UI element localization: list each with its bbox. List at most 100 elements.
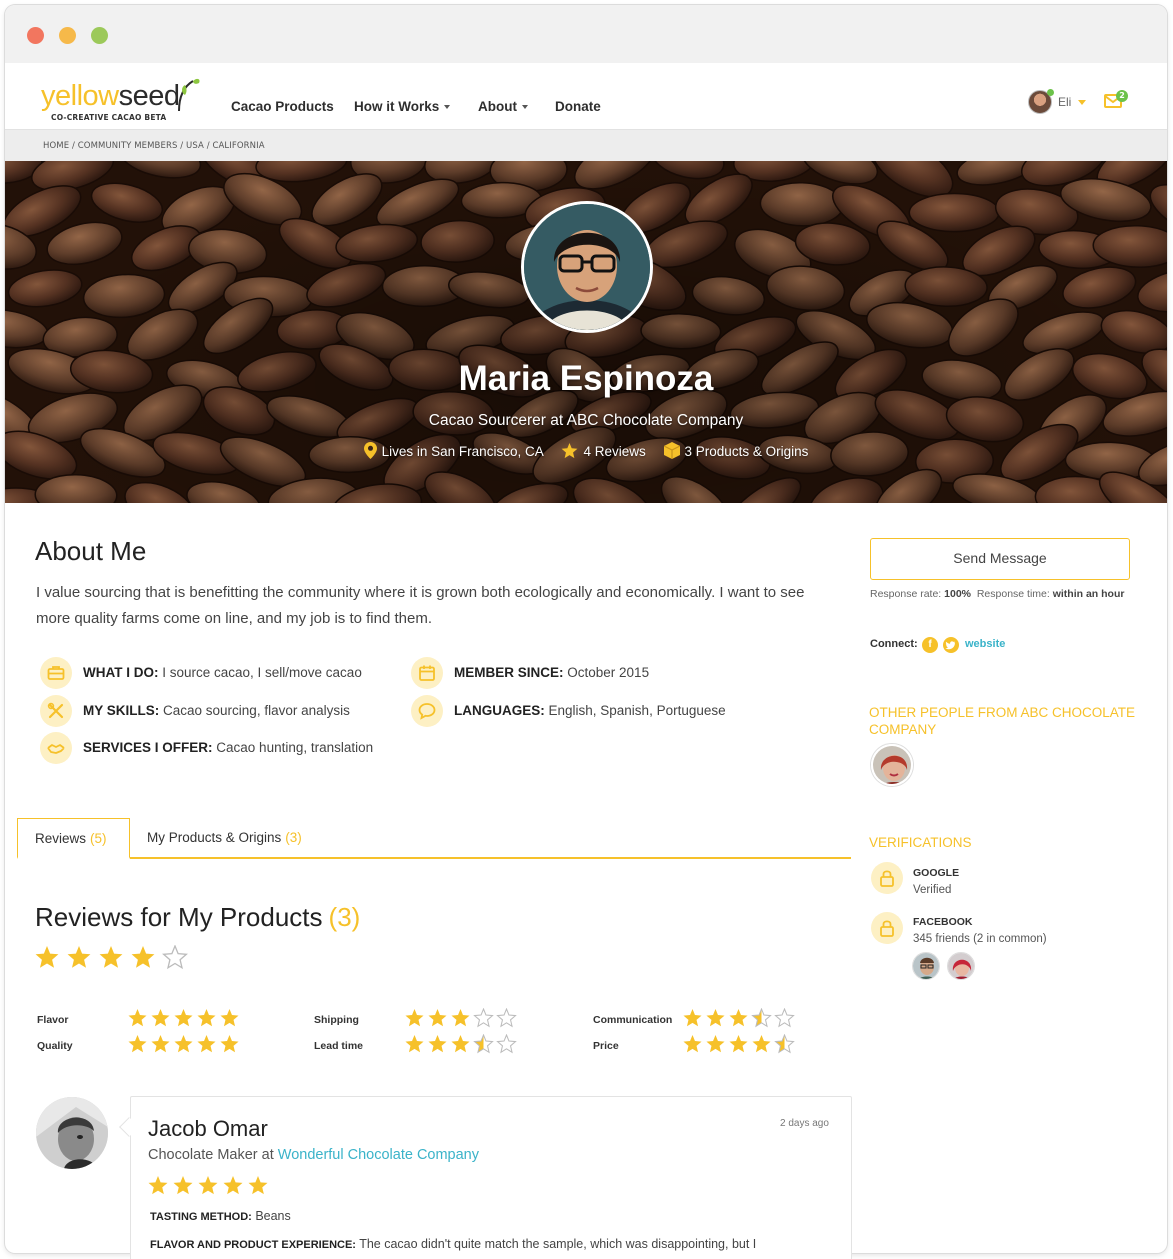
- reviews-item[interactable]: 4 Reviews: [561, 442, 646, 459]
- profile-photo: [521, 201, 653, 333]
- tasting-method: TASTING METHOD: Beans: [150, 1209, 291, 1223]
- rating-label-shipping: Shipping: [314, 1014, 359, 1026]
- star-empty-icon: [473, 1008, 494, 1028]
- star-filled-icon: [451, 1009, 470, 1027]
- verification-title: GOOGLE: [913, 867, 960, 879]
- tools-icon: [40, 695, 72, 727]
- logo-sprout-icon: [178, 78, 200, 112]
- site-logo[interactable]: yellowseed CO-CREATIVE CACAO BETA: [41, 73, 201, 123]
- profile-name: Maria Espinoza: [458, 359, 714, 398]
- star-filled-icon: [151, 1035, 170, 1053]
- logo-text-yellow: yellow: [41, 80, 119, 112]
- send-message-button[interactable]: Send Message: [870, 538, 1130, 580]
- star-filled-icon: [428, 1035, 447, 1053]
- star-filled-icon: [729, 1009, 748, 1027]
- tabs-underline: [17, 857, 851, 859]
- maximize-window-button[interactable]: [91, 27, 108, 44]
- star-filled-icon: [174, 1035, 193, 1053]
- mutual-friend-avatar[interactable]: [947, 952, 975, 980]
- star-empty-icon: [161, 945, 189, 970]
- reviewer-role: Chocolate Maker at Wonderful Chocolate C…: [148, 1147, 479, 1163]
- verification-status: Verified: [913, 884, 952, 896]
- box-icon: [663, 442, 680, 459]
- fact-value: I source cacao, I sell/move cacao: [158, 665, 362, 680]
- star-half-icon: [473, 1034, 494, 1054]
- nav-how-it-works[interactable]: How it Works: [354, 99, 451, 114]
- map-pin-icon: [363, 442, 377, 459]
- fact-label: LANGUAGES:: [454, 703, 545, 718]
- rating-label-quality: Quality: [37, 1040, 73, 1052]
- reviews-heading: Reviews for My Products (3): [35, 902, 361, 932]
- rating-stars-lead-time: [405, 1034, 517, 1054]
- star-filled-icon: [197, 1035, 216, 1053]
- star-filled-icon: [405, 1009, 424, 1027]
- star-filled-icon: [706, 1035, 725, 1053]
- star-filled-icon: [35, 946, 59, 968]
- website-link[interactable]: website: [965, 638, 1005, 650]
- facebook-icon[interactable]: f: [922, 637, 938, 653]
- products-item[interactable]: 3 Products & Origins: [663, 442, 809, 459]
- location-text: Lives in San Francisco, CA: [381, 444, 544, 459]
- fact-label: MY SKILLS:: [83, 703, 160, 718]
- profile-portrait: [524, 204, 650, 330]
- star-filled-icon: [99, 946, 123, 968]
- star-filled-icon: [683, 1009, 702, 1027]
- reviewer-name[interactable]: Jacob Omar: [148, 1116, 268, 1142]
- star-filled-icon: [729, 1035, 748, 1053]
- verifications-heading: VERIFICATIONS: [869, 835, 972, 850]
- speech-bubble-icon: [411, 695, 443, 727]
- star-filled-icon: [151, 1009, 170, 1027]
- rating-label-flavor: Flavor: [37, 1014, 69, 1026]
- rating-stars-quality: [128, 1035, 239, 1053]
- star-filled-icon: [67, 946, 91, 968]
- lock-icon: [871, 862, 903, 894]
- star-filled-icon: [128, 1035, 147, 1053]
- review-timestamp: 2 days ago: [780, 1118, 829, 1129]
- flavor-experience: FLAVOR AND PRODUCT EXPERIENCE: The cacao…: [150, 1237, 757, 1251]
- about-text: I value sourcing that is benefitting the…: [36, 584, 805, 627]
- coworker-avatar[interactable]: [871, 744, 913, 786]
- nav-about[interactable]: About: [478, 99, 528, 114]
- twitter-icon[interactable]: [943, 637, 959, 653]
- mail-count-badge: 2: [1116, 90, 1128, 102]
- products-count-text: 3 Products & Origins: [684, 444, 809, 459]
- star-filled-icon: [220, 1035, 239, 1053]
- breadcrumb: HOME / COMMUNITY MEMBERS / USA / CALIFOR…: [5, 129, 1167, 161]
- profile-hero: Maria Espinoza Cacao Sourcerer at ABC Ch…: [5, 161, 1167, 503]
- briefcase-icon: [40, 657, 72, 689]
- fact-label: SERVICES I OFFER:: [83, 740, 213, 755]
- reviewer-avatar[interactable]: [36, 1097, 108, 1169]
- verification-title: FACEBOOK: [913, 916, 973, 928]
- nav-donate[interactable]: Donate: [555, 99, 601, 114]
- star-filled-icon: [752, 1035, 771, 1053]
- reviewer-company-link[interactable]: Wonderful Chocolate Company: [278, 1147, 479, 1163]
- mutual-friend-avatar[interactable]: [912, 952, 940, 980]
- calendar-icon: [411, 657, 443, 689]
- fact-value: October 2015: [563, 665, 650, 680]
- lock-icon: [871, 912, 903, 944]
- rating-stars-price: [683, 1034, 795, 1054]
- user-menu-chevron-icon[interactable]: [1078, 100, 1086, 105]
- close-window-button[interactable]: [27, 27, 44, 44]
- star-filled-icon: [220, 1009, 239, 1027]
- minimize-window-button[interactable]: [59, 27, 76, 44]
- star-filled-icon: [223, 1176, 243, 1195]
- logo-tagline: CO-CREATIVE CACAO BETA: [51, 113, 167, 122]
- tab-reviews[interactable]: Reviews (5): [17, 818, 130, 859]
- star-icon: [562, 442, 578, 458]
- tab-products-origins[interactable]: My Products & Origins (3): [147, 818, 302, 859]
- nav-cacao-products[interactable]: Cacao Products: [231, 99, 334, 114]
- star-empty-icon: [496, 1034, 517, 1054]
- breadcrumb-text[interactable]: HOME / COMMUNITY MEMBERS / USA / CALIFOR…: [43, 141, 265, 151]
- rating-stars-communication: [683, 1008, 795, 1028]
- rating-label-lead-time: Lead time: [314, 1040, 364, 1052]
- about-heading: About Me: [35, 536, 147, 566]
- online-status-dot: [1047, 89, 1054, 96]
- star-filled-icon: [197, 1009, 216, 1027]
- fact-value: Cacao hunting, translation: [212, 740, 374, 755]
- star-filled-icon: [148, 1176, 168, 1195]
- star-filled-icon: [683, 1035, 702, 1053]
- user-name[interactable]: Eli: [1058, 95, 1071, 109]
- window-chrome: [5, 5, 1167, 63]
- star-filled-icon: [451, 1035, 470, 1053]
